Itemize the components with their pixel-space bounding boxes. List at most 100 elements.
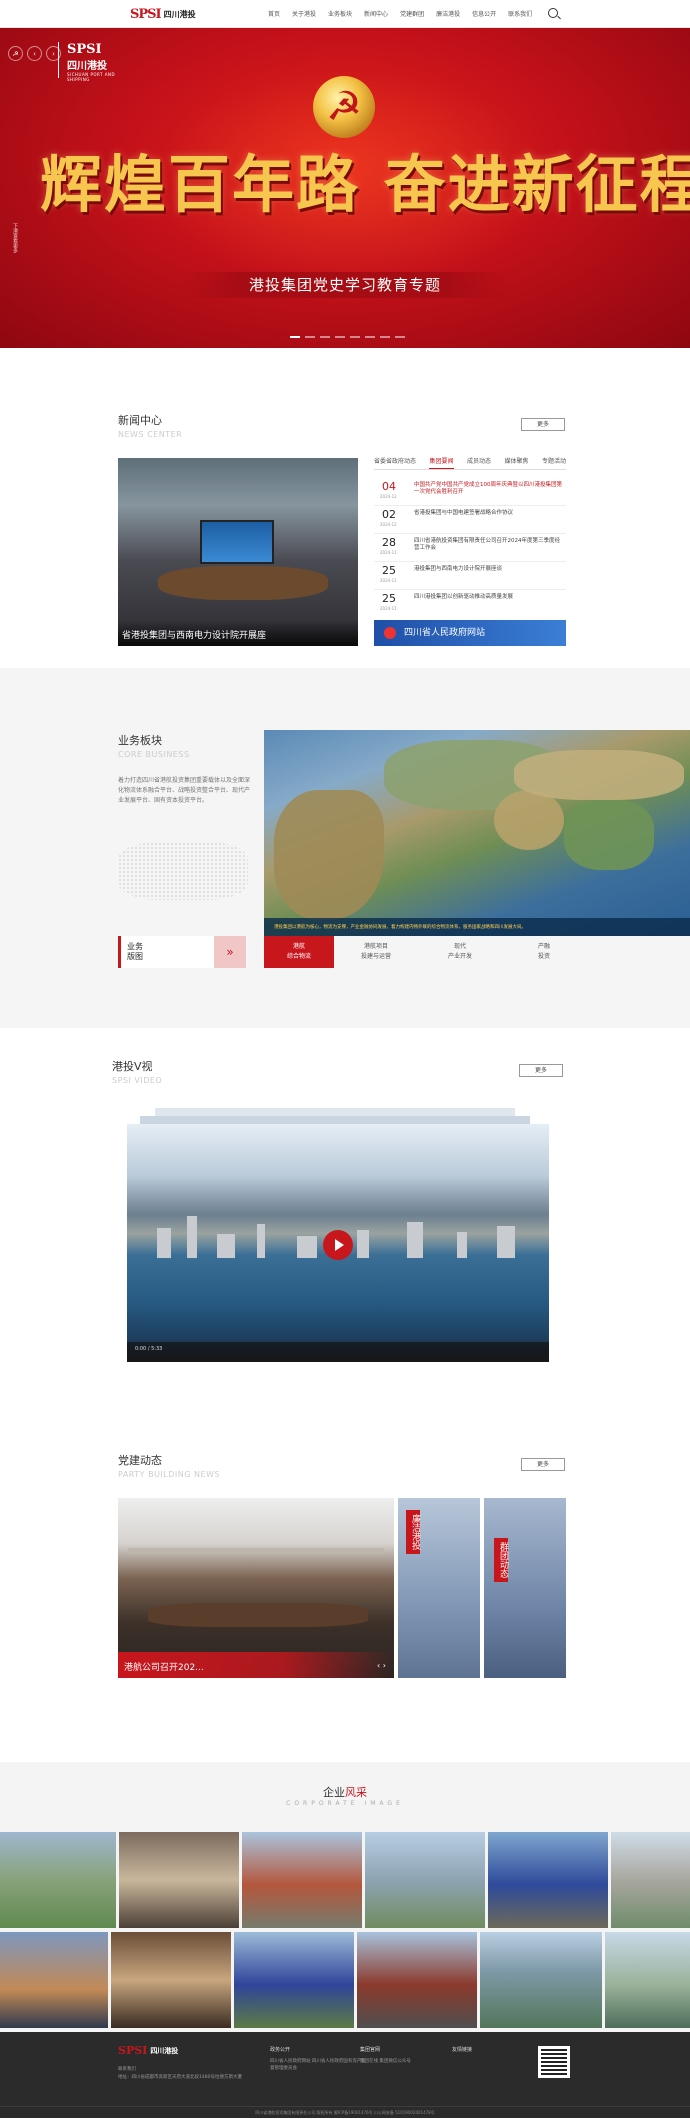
carousel-dot[interactable] [395, 336, 405, 338]
news-tab[interactable]: 媒体聚焦 [504, 456, 528, 469]
news-tab[interactable]: 专题活动 [542, 456, 566, 469]
footer-address: 地址：四川省成都市高新区天府大道北段1480号拉德方斯大厦 [118, 2075, 242, 2080]
carousel-dot[interactable] [305, 336, 315, 338]
party-title: 党建动态 [118, 1454, 162, 1467]
gallery-photo[interactable] [111, 1932, 231, 2028]
menu-item-business[interactable]: 业务板块 [328, 9, 352, 18]
business-tab[interactable]: 现代 产业开发 [418, 936, 502, 968]
menu-item-party[interactable]: 党建群团 [400, 9, 424, 18]
carousel-dots[interactable] [290, 336, 405, 338]
menu-item-disclosure[interactable]: 信息公开 [472, 9, 496, 18]
news-tabs: 省委省政府动态 集团要闻 成员动态 媒体聚焦 专题活动 [374, 456, 566, 470]
news-section-heading: 新闻中心 NEWS CENTER [118, 412, 182, 439]
video-title: 港投V视 [112, 1060, 153, 1073]
footer-logo-mark: SPSI [118, 2044, 148, 2057]
integrity-card[interactable]: 廉洁港投 [398, 1498, 480, 1678]
gov-website-banner[interactable]: 四川省人民政府网站 [374, 620, 566, 646]
footer-col-links[interactable]: 四川省人民政府网站 四川省人民政府国有资产监督管理委员会 [270, 2058, 370, 2072]
integrity-card-label: 廉洁港投 [406, 1510, 420, 1554]
video-controls[interactable]: 0:00 / 5:33 [127, 1342, 549, 1362]
banner-slogan: 辉煌百年路 奋进新征程 [40, 148, 690, 221]
carousel-dot[interactable] [320, 336, 330, 338]
business-home-link[interactable]: 业务 版图 » [118, 936, 246, 968]
banner-subtitle: 港投集团党史学习教育专题 [180, 272, 510, 298]
party-flag-icon: ☭ [8, 46, 23, 61]
gallery-photo[interactable] [234, 1932, 354, 2028]
business-map-image[interactable]: 港投集团以港航为核心，物流为支撑，产业金融协同发展，着力构建内畅外联的综合物流体… [264, 730, 690, 936]
business-tab-active[interactable]: 港航 综合物流 [264, 936, 334, 968]
news-tab[interactable]: 省委省政府动态 [374, 456, 416, 469]
qr-code [538, 2046, 570, 2078]
gallery-photo[interactable] [0, 1932, 108, 2028]
video-time: 0:00 / 5:33 [135, 1346, 163, 1352]
menu-item-news[interactable]: 新闻中心 [364, 9, 388, 18]
gallery-photo[interactable] [119, 1832, 239, 1928]
news-day: 25 [382, 564, 396, 577]
gallery-photo[interactable] [242, 1832, 362, 1928]
footer-logo-name: 四川港投 [150, 2046, 179, 2055]
news-text: 省港投集团与中国电建签署战略合作协议 [414, 510, 514, 516]
prev-arrow-icon[interactable]: ‹ [27, 46, 42, 61]
carousel-dot[interactable] [290, 336, 300, 338]
business-section-heading: 业务板块 CORE BUSINESS [118, 732, 190, 759]
gallery-photo[interactable] [0, 1832, 116, 1928]
footer-col-links[interactable]: 集团在线 集团微信公众号 [360, 2058, 440, 2065]
menu-item-about[interactable]: 关于港投 [292, 9, 316, 18]
hero-banner[interactable]: ☭ ‹ › SPSI 四川港投 SICHUAN PORT AND SHIPPIN… [0, 28, 690, 348]
gallery-photo[interactable] [365, 1832, 485, 1928]
news-list-item[interactable]: 25 2024-11 港投集团与西南电力设计院开展座谈 [374, 562, 566, 590]
footer-logo[interactable]: SPSI 四川港投 [118, 2044, 178, 2057]
double-arrow-icon: » [214, 936, 246, 968]
party-nav-arrows[interactable]: ‹ › [377, 1661, 386, 1670]
news-list-item[interactable]: 04 2024-12 中国共产党中国共产党成立100周年庆典暨以四川港投集团第一… [374, 478, 566, 506]
logo-name: 四川港投 [163, 9, 196, 19]
gallery-photo[interactable] [357, 1932, 477, 2028]
gallery-photo[interactable] [605, 1932, 690, 2028]
business-tab[interactable]: 港航项目 投建与运营 [334, 936, 418, 968]
video-more-button[interactable]: 更多 [519, 1064, 563, 1077]
gallery-photo[interactable] [480, 1932, 602, 2028]
carousel-dot[interactable] [350, 336, 360, 338]
party-section-heading: 党建动态 PARTY BUILDING NEWS [118, 1452, 220, 1479]
business-tab[interactable]: 产融 投资 [502, 936, 586, 968]
menu-item-contact[interactable]: 联系我们 [508, 9, 532, 18]
party-feature-caption: 港航公司召开202... [118, 1652, 394, 1678]
menu-item-home[interactable]: 首页 [268, 9, 280, 18]
world-map-dots [118, 842, 248, 900]
news-list-item[interactable]: 28 2024-11 四川省港航投资集团有限责任公司召开2024年度第三季度经营… [374, 534, 566, 562]
party-title-en: PARTY BUILDING NEWS [118, 1470, 221, 1479]
site-logo[interactable]: SPSI 四川港投 [130, 6, 196, 22]
gallery-photo[interactable] [488, 1832, 608, 1928]
party-more-button[interactable]: 更多 [521, 1458, 565, 1471]
video-title-en: SPSI VIDEO [112, 1076, 163, 1085]
footer-col-title: 友情链接 [452, 2047, 473, 2053]
carousel-dot[interactable] [335, 336, 345, 338]
party-feature-image[interactable]: 港航公司召开202... ‹ › [118, 1498, 394, 1678]
banner-logo: SPSI 四川港投 SICHUAN PORT AND SHIPPING [58, 42, 138, 82]
main-menu: 首页 关于港投 业务板块 新闻中心 党建群团 廉洁港投 信息公开 联系我们 [268, 9, 532, 18]
gallery-photo[interactable] [611, 1832, 690, 1928]
news-list-item[interactable]: 25 2024-11 四川港投集团以创新驱动推动高质量发展 [374, 590, 566, 618]
video-section-heading: 港投V视 SPSI VIDEO [112, 1058, 162, 1085]
search-icon[interactable] [548, 8, 558, 18]
news-feature-caption: 省港投集团与西南电力设计院开展座 [118, 620, 358, 646]
news-title-en: NEWS CENTER [118, 430, 183, 439]
carousel-dot[interactable] [365, 336, 375, 338]
play-icon[interactable] [323, 1230, 353, 1260]
group-news-card[interactable]: 群团动态 [484, 1498, 566, 1678]
menu-item-integrity[interactable]: 廉洁港投 [436, 9, 460, 18]
news-list-item[interactable]: 02 2024-12 省港投集团与中国电建签署战略合作协议 [374, 506, 566, 534]
news-feature-image[interactable]: 省港投集团与西南电力设计院开展座 [118, 458, 358, 646]
carousel-dot[interactable] [380, 336, 390, 338]
footer-col-title: 政务公开 [270, 2047, 291, 2053]
business-map-caption: 港投集团以港航为核心，物流为支撑，产业金融协同发展，着力构建内畅外联的综合物流体… [264, 918, 690, 936]
news-month: 2024-11 [380, 550, 397, 555]
group-news-card-label: 群团动态 [494, 1538, 508, 1582]
news-tab[interactable]: 成员动态 [467, 456, 491, 469]
news-day: 28 [382, 536, 396, 549]
news-more-button[interactable]: 更多 [521, 418, 565, 431]
news-day: 04 [382, 480, 396, 493]
news-day: 25 [382, 592, 396, 605]
news-tab-active[interactable]: 集团要闻 [429, 456, 454, 469]
news-text: 四川港投集团以创新驱动推动高质量发展 [414, 594, 514, 600]
